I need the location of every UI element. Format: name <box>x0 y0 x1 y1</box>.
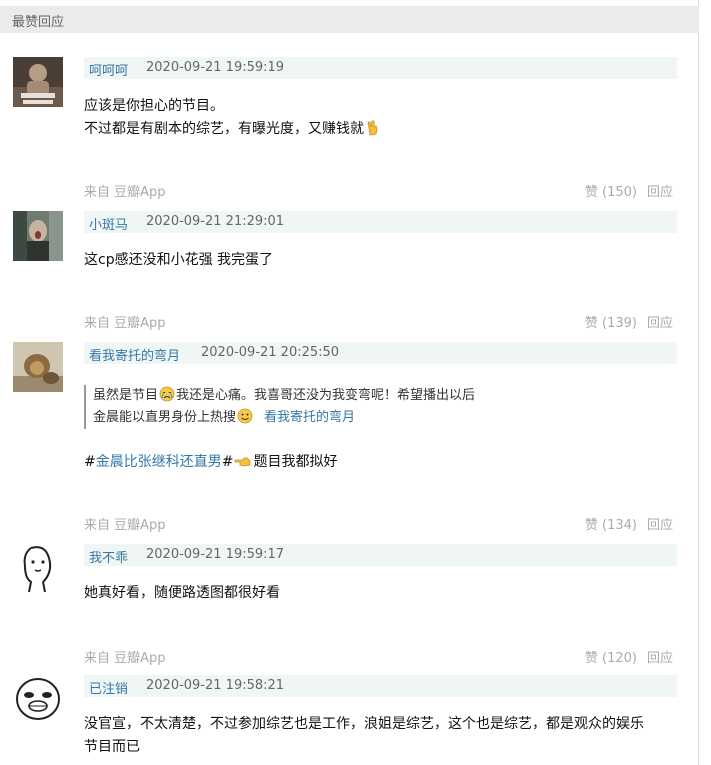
comment-time: 2020-09-21 21:29:01 <box>146 214 285 229</box>
reply-button[interactable]: 回应 <box>647 185 673 200</box>
avatar[interactable] <box>13 211 63 261</box>
avatar[interactable] <box>13 342 63 392</box>
comment-line: 不过都是有剧本的综艺，有曝光度，又赚钱就 <box>84 118 684 141</box>
source-label: 来自 豆瓣App <box>84 651 166 666</box>
author-link[interactable]: 看我寄托的弯月 <box>89 345 180 364</box>
comment-time: 2020-09-21 19:58:21 <box>146 678 285 693</box>
reply-button[interactable]: 回应 <box>647 518 673 533</box>
comment-line: 这cp感还没和小花强 我完蛋了 <box>84 252 274 268</box>
comment-meta: 我不乖 2020-09-21 19:59:17 <box>84 544 677 566</box>
comment-line: 她真好看，随便路透图都很好看 <box>84 585 280 601</box>
hashtag-link[interactable]: 金晨比张继科还直男 <box>96 454 222 470</box>
like-button[interactable]: 赞 (120) <box>585 651 637 666</box>
section-title: 最赞回应 <box>12 15 65 30</box>
quote-text: 金晨能以直男身份上热搜 <box>93 410 237 425</box>
quote-line: 虽然是节目 我还是心痛。我喜哥还没为我变弯呢！希望播出以后 <box>93 385 683 407</box>
comment-time: 2020-09-21 19:59:17 <box>146 547 285 562</box>
comment-text: 应该是你担心的节目。 不过都是有剧本的综艺，有曝光度，又赚钱就 <box>84 95 684 141</box>
comment-line-text: 不过都是有剧本的综艺，有曝光度，又赚钱就 <box>84 121 364 137</box>
comment-text: #金晨比张继科还直男# 题目我都拟好 <box>84 451 684 474</box>
author-link[interactable]: 已注销 <box>89 678 128 697</box>
comment-meta: 看我寄托的弯月 2020-09-21 20:25:50 <box>84 342 677 364</box>
comment-line: #金晨比张继科还直男# 题目我都拟好 <box>84 451 684 474</box>
comment-text: 她真好看，随便路透图都很好看 <box>84 582 684 605</box>
smiling-face-emoji <box>237 408 253 424</box>
hashtag-mark: # <box>84 454 96 470</box>
victory-hand-emoji <box>367 120 378 136</box>
section-header: 最赞回应 <box>0 6 699 33</box>
pointing-hand-emoji <box>235 457 251 467</box>
comment-time: 2020-09-21 20:25:50 <box>201 345 340 360</box>
like-button[interactable]: 赞 (139) <box>585 316 637 331</box>
comment-meta: 已注销 2020-09-21 19:58:21 <box>84 675 677 697</box>
like-button[interactable]: 赞 (134) <box>585 518 637 533</box>
comment-text: 没官宣，不太清楚，不过参加综艺也是工作，浪姐是综艺，这个也是综艺，都是观众的娱乐… <box>84 713 684 759</box>
quote-text: 我还是心痛。我喜哥还没为我变弯呢！希望播出以后 <box>176 388 476 403</box>
source-label: 来自 豆瓣App <box>84 185 166 200</box>
comment-footer: 来自 豆瓣App 赞 (150) 回应 <box>84 181 677 200</box>
author-link[interactable]: 呵呵呵 <box>89 60 128 79</box>
comment-line-text: 题目我都拟好 <box>253 454 338 470</box>
comment-actions: 赞 (139) 回应 <box>585 312 673 331</box>
comment-text: 这cp感还没和小花强 我完蛋了 <box>84 249 684 272</box>
comment-meta: 呵呵呵 2020-09-21 19:59:19 <box>84 57 677 79</box>
comment-actions: 赞 (150) 回应 <box>585 181 673 200</box>
comment-meta: 小斑马 2020-09-21 21:29:01 <box>84 211 677 233</box>
avatar[interactable] <box>13 57 63 107</box>
reply-button[interactable]: 回应 <box>647 316 673 331</box>
quote-author-link[interactable]: 看我寄托的弯月 <box>264 410 355 425</box>
comment-line: 没官宣，不太清楚，不过参加综艺也是工作，浪姐是综艺，这个也是综艺，都是观众的娱乐 <box>84 716 644 732</box>
quoted-reply: 虽然是节目 我还是心痛。我喜哥还没为我变弯呢！希望播出以后 金晨能以直男身份上热搜… <box>84 385 683 429</box>
quote-line: 金晨能以直男身份上热搜 看我寄托的弯月 <box>93 407 683 429</box>
hashtag-mark: # <box>221 454 234 470</box>
comment-actions: 赞 (134) 回应 <box>585 514 673 533</box>
comment-line: 应该是你担心的节目。 <box>84 98 224 114</box>
author-link[interactable]: 小斑马 <box>89 214 128 233</box>
like-button[interactable]: 赞 (150) <box>585 185 637 200</box>
quote-text: 虽然是节目 <box>93 388 159 403</box>
crying-face-emoji <box>159 386 175 402</box>
page-border <box>698 0 699 765</box>
comment-time: 2020-09-21 19:59:19 <box>146 60 285 75</box>
source-label: 来自 豆瓣App <box>84 316 166 331</box>
source-label: 来自 豆瓣App <box>84 518 166 533</box>
author-link[interactable]: 我不乖 <box>89 547 128 566</box>
avatar[interactable] <box>13 544 63 594</box>
comment-footer: 来自 豆瓣App 赞 (134) 回应 <box>84 514 677 533</box>
comment-footer: 来自 豆瓣App 赞 (139) 回应 <box>84 312 677 331</box>
reply-button[interactable]: 回应 <box>647 651 673 666</box>
avatar[interactable] <box>13 675 63 725</box>
comment-footer: 来自 豆瓣App 赞 (120) 回应 <box>84 647 677 666</box>
comment-line: 节目而已 <box>84 739 140 755</box>
comment-actions: 赞 (120) 回应 <box>585 647 673 666</box>
